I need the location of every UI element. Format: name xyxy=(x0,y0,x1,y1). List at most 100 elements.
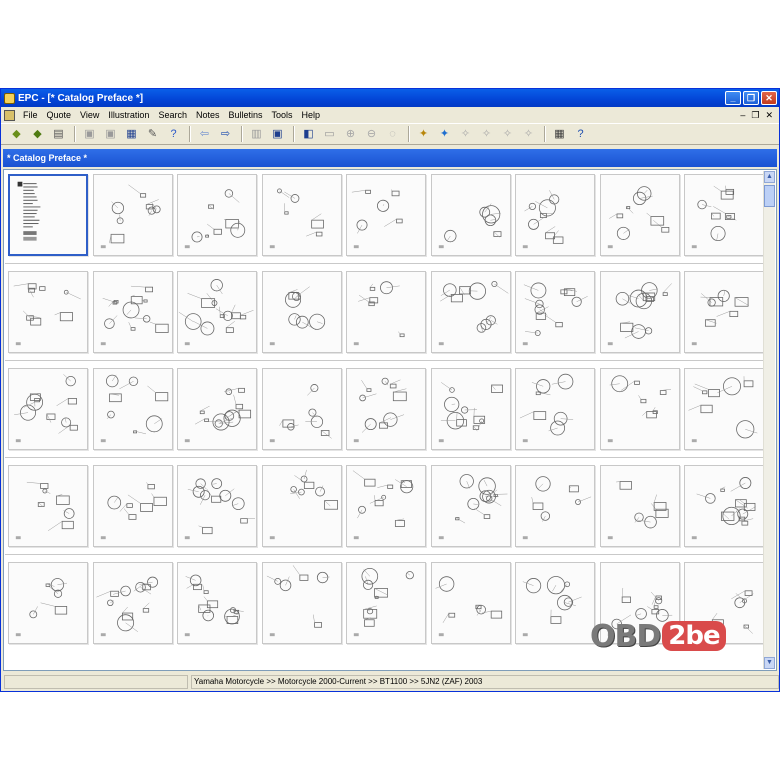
index-page-thumbnail[interactable] xyxy=(8,174,88,256)
illustration-thumbnail[interactable] xyxy=(346,465,426,547)
page-icon[interactable]: ▣ xyxy=(80,125,99,143)
parts-tag-icon[interactable]: ✦ xyxy=(414,125,433,143)
illustration-thumbnail[interactable] xyxy=(599,271,680,353)
illustration-thumbnail[interactable] xyxy=(346,174,426,256)
minimize-button[interactable]: _ xyxy=(725,91,741,105)
illustration-thumbnail[interactable] xyxy=(261,465,342,547)
illustration-thumbnail[interactable] xyxy=(8,368,88,450)
zoom-reset-icon[interactable]: ◌ xyxy=(383,125,402,143)
find-icon[interactable]: ✧ xyxy=(456,125,475,143)
illustration-thumbnail[interactable] xyxy=(430,368,511,450)
illustration-thumbnail[interactable] xyxy=(177,465,257,547)
mdi-restore-button[interactable]: ❐ xyxy=(751,110,759,121)
illustration-thumbnail[interactable] xyxy=(92,174,173,256)
illustration-thumbnail[interactable] xyxy=(684,174,764,256)
menu-tools[interactable]: Tools xyxy=(268,110,298,120)
illustration-thumbnail[interactable] xyxy=(346,368,426,450)
illustration-thumbnail[interactable] xyxy=(599,368,680,450)
calculator-icon[interactable]: ▦ xyxy=(550,125,569,143)
drawing-sketch-icon xyxy=(607,481,669,540)
open-catalog-icon[interactable]: ◆ xyxy=(7,125,26,143)
menu-view[interactable]: View xyxy=(76,110,104,120)
window-icon[interactable]: ▦ xyxy=(122,125,141,143)
zoom-out-icon[interactable]: ⊖ xyxy=(362,125,381,143)
illustration-thumbnail[interactable] xyxy=(599,465,680,547)
vertical-scrollbar[interactable]: ▲ ▼ xyxy=(763,171,775,669)
illustration-thumbnail[interactable] xyxy=(684,368,764,450)
illustration-thumbnail[interactable] xyxy=(177,562,257,644)
link-icon[interactable]: ✧ xyxy=(519,125,538,143)
illustration-thumbnail[interactable] xyxy=(177,174,257,256)
illustration-thumbnail[interactable] xyxy=(430,465,511,547)
zoom-in-icon[interactable]: ⊕ xyxy=(341,125,360,143)
find-next-icon[interactable]: ✧ xyxy=(477,125,496,143)
illustration-thumbnail[interactable] xyxy=(92,465,173,547)
illustration-thumbnail[interactable] xyxy=(8,271,88,353)
page-setup-icon[interactable]: ▣ xyxy=(101,125,120,143)
illustration-thumbnail[interactable] xyxy=(430,562,511,644)
forward-arrow-icon[interactable]: ⇨ xyxy=(216,125,235,143)
illustration-thumbnail[interactable] xyxy=(430,174,511,256)
menu-file[interactable]: File xyxy=(19,110,43,120)
scroll-down-icon[interactable]: ▼ xyxy=(764,657,775,669)
illustration-thumbnail[interactable] xyxy=(430,271,511,353)
illustration-thumbnail[interactable] xyxy=(177,271,257,353)
parts-color-icon[interactable]: ✦ xyxy=(435,125,454,143)
drawing-sketch-icon xyxy=(269,286,325,346)
mdi-minimize-button[interactable]: – xyxy=(740,110,745,121)
illustration-thumbnail[interactable] xyxy=(92,562,173,644)
help-cursor-icon[interactable]: ? xyxy=(164,125,183,143)
illustration-thumbnail[interactable] xyxy=(684,271,764,353)
illustration-thumbnail[interactable] xyxy=(8,465,88,547)
help-icon[interactable]: ? xyxy=(571,125,590,143)
illustration-thumbnail[interactable] xyxy=(599,174,680,256)
tools-icon[interactable]: ✎ xyxy=(143,125,162,143)
illustration-thumbnail[interactable] xyxy=(684,465,764,547)
drawing-sketch-icon xyxy=(522,576,582,637)
illustration-thumbnail[interactable] xyxy=(177,368,257,450)
illustration-thumbnail[interactable] xyxy=(261,174,342,256)
illustration-thumbnail[interactable] xyxy=(92,368,173,450)
illustration-thumbnail[interactable] xyxy=(92,271,173,353)
menu-search[interactable]: Search xyxy=(154,110,192,120)
illustration-thumbnail[interactable] xyxy=(346,562,426,644)
illustration-thumbnail[interactable] xyxy=(261,271,342,353)
close-button[interactable]: ✕ xyxy=(761,91,777,105)
toolbar-separator xyxy=(189,126,191,142)
drawing-sketch-icon xyxy=(15,578,68,637)
scroll-up-icon[interactable]: ▲ xyxy=(764,171,775,183)
menu-illustration[interactable]: Illustration xyxy=(104,110,154,120)
illustration-thumbnail[interactable] xyxy=(261,562,342,644)
status-pane-left xyxy=(4,675,188,689)
maximize-button[interactable]: ❐ xyxy=(743,91,759,105)
illustration-thumbnail[interactable] xyxy=(515,465,595,547)
illustration-thumbnail[interactable] xyxy=(515,562,595,644)
illustration-thumbnail[interactable] xyxy=(346,271,426,353)
menu-bulletins[interactable]: Bulletins xyxy=(224,110,267,120)
row-divider xyxy=(5,263,765,264)
illustration-thumbnail[interactable] xyxy=(515,368,595,450)
status-bar: Yamaha Motorcycle >> Motorcycle 2000-Cur… xyxy=(1,673,779,691)
back-arrow-icon[interactable]: ⇦ xyxy=(195,125,214,143)
list-view-icon[interactable]: ▥ xyxy=(247,125,266,143)
illustration-thumbnail[interactable] xyxy=(261,368,342,450)
fit-page-icon[interactable]: ▭ xyxy=(320,125,339,143)
menu-help[interactable]: Help xyxy=(298,110,326,120)
mdi-close-button[interactable]: ✕ xyxy=(765,110,773,121)
illustration-thumbnail[interactable] xyxy=(8,562,88,644)
print-icon[interactable]: ▤ xyxy=(49,125,68,143)
menu-notes[interactable]: Notes xyxy=(192,110,225,120)
document-icon[interactable] xyxy=(4,109,15,121)
illustration-thumbnail[interactable] xyxy=(515,174,595,256)
thumbnail-view-icon[interactable]: ▣ xyxy=(268,125,287,143)
illustration-thumbnail[interactable] xyxy=(515,271,595,353)
zoom-page-icon[interactable]: ◧ xyxy=(299,125,318,143)
title-bar[interactable]: EPC - [* Catalog Preface *] _ ❐ ✕ xyxy=(1,89,779,107)
toolbar-separator xyxy=(241,126,243,142)
find-prev-icon[interactable]: ✧ xyxy=(498,125,517,143)
drawing-sketch-icon xyxy=(434,576,502,637)
drawing-sketch-icon xyxy=(353,567,414,637)
menu-quote[interactable]: Quote xyxy=(43,110,77,120)
scroll-thumb[interactable] xyxy=(764,185,775,207)
open-model-icon[interactable]: ◆ xyxy=(28,125,47,143)
